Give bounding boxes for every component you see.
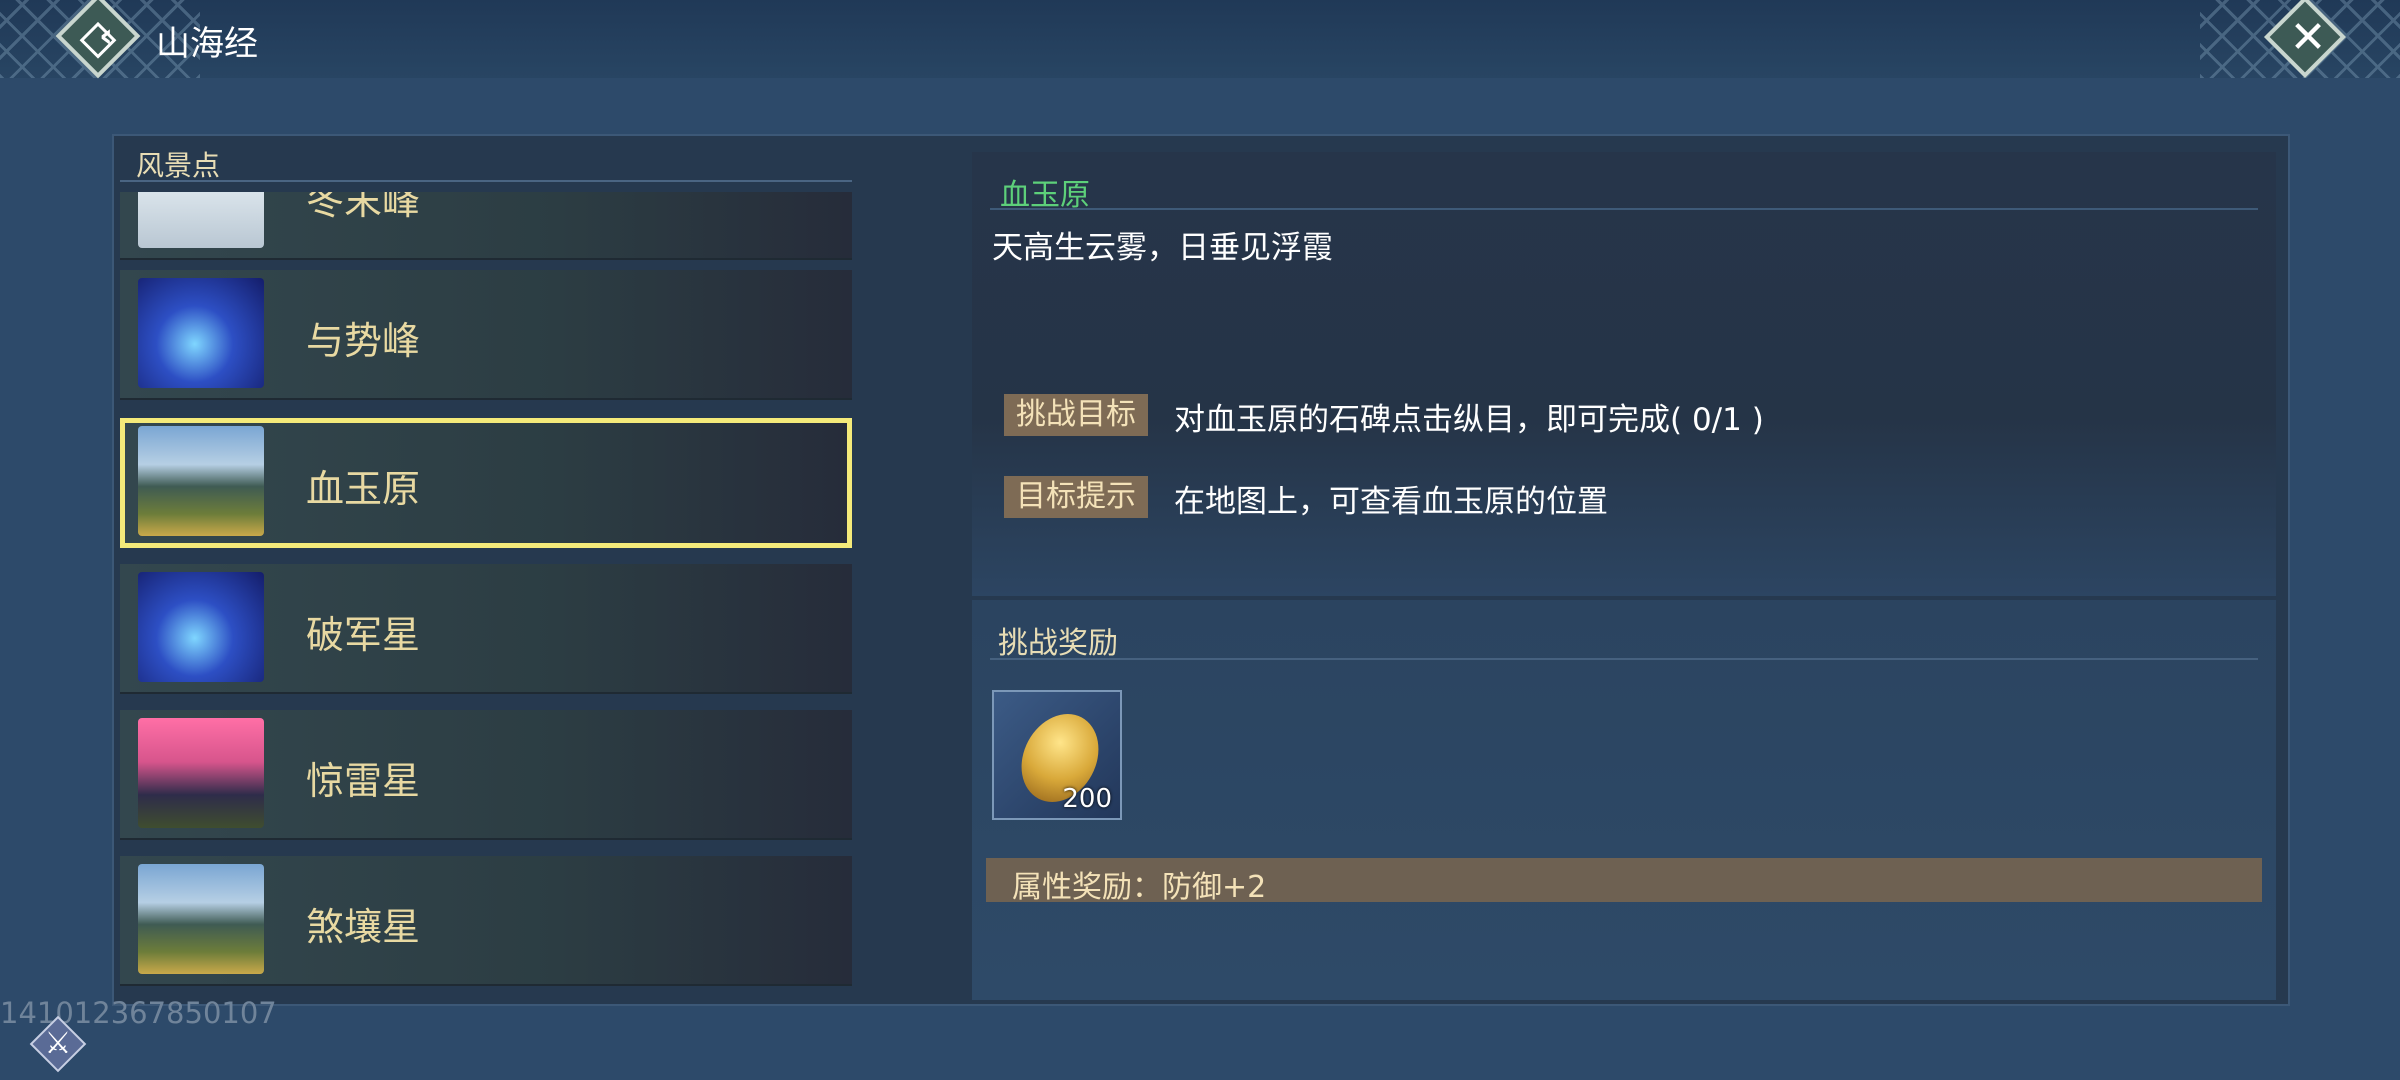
challenge-goal-text: 对血玉原的石碑点击纵目，即可完成( 0/1 ): [1174, 402, 1764, 438]
divider: [990, 658, 2258, 660]
scenic-thumbnail: [138, 864, 264, 974]
scenic-thumbnail: [138, 192, 264, 248]
list-item-label: 惊雷星: [306, 759, 421, 803]
reward-count: 200: [1062, 784, 1112, 814]
reward-item-slot[interactable]: 200: [992, 690, 1122, 820]
back-arrow-icon: ‹: [98, 16, 113, 56]
challenge-goal-tag: 挑战目标: [1004, 394, 1148, 436]
goal-hint-tag: 目标提示: [1004, 476, 1148, 518]
scenic-thumbnail: [138, 572, 264, 682]
close-icon: ✕: [2289, 12, 2327, 63]
list-item-label: 血玉原: [306, 467, 421, 511]
scenic-list-title: 风景点: [136, 149, 221, 182]
page-title: 山海经: [156, 24, 258, 64]
list-item-label: 冬末峰: [306, 192, 421, 223]
list-item[interactable]: 惊雷星: [120, 710, 852, 840]
scenic-thumbnail: [138, 718, 264, 828]
scenic-list[interactable]: 冬末峰 与势峰 血玉原 破军星 惊雷星 煞壤星: [120, 192, 854, 992]
reward-title: 挑战奖励: [998, 626, 1118, 661]
crossed-swords-icon: ⚔: [44, 1026, 72, 1061]
list-item[interactable]: 煞壤星: [120, 856, 852, 986]
reward-panel: [972, 600, 2276, 1000]
top-bar: [0, 0, 2400, 78]
attribute-reward-text: 属性奖励：防御+2: [1012, 870, 1267, 905]
list-item-label: 破军星: [306, 613, 421, 657]
divider: [120, 180, 852, 182]
list-item[interactable]: 冬末峰: [120, 192, 852, 260]
list-item[interactable]: 破军星: [120, 564, 852, 694]
goal-hint-text[interactable]: 在地图上，可查看血玉原的位置: [1174, 476, 1608, 521]
divider: [990, 208, 2258, 210]
list-item-selected[interactable]: 血玉原: [120, 418, 852, 548]
place-description: 天高生云雾，日垂见浮霞: [992, 230, 1333, 266]
scenic-thumbnail: [138, 426, 264, 536]
list-item-label: 煞壤星: [306, 905, 421, 949]
list-item-label: 与势峰: [306, 319, 421, 363]
list-item[interactable]: 与势峰: [120, 270, 852, 400]
detail-panel: [972, 152, 2276, 596]
scenic-thumbnail: [138, 278, 264, 388]
